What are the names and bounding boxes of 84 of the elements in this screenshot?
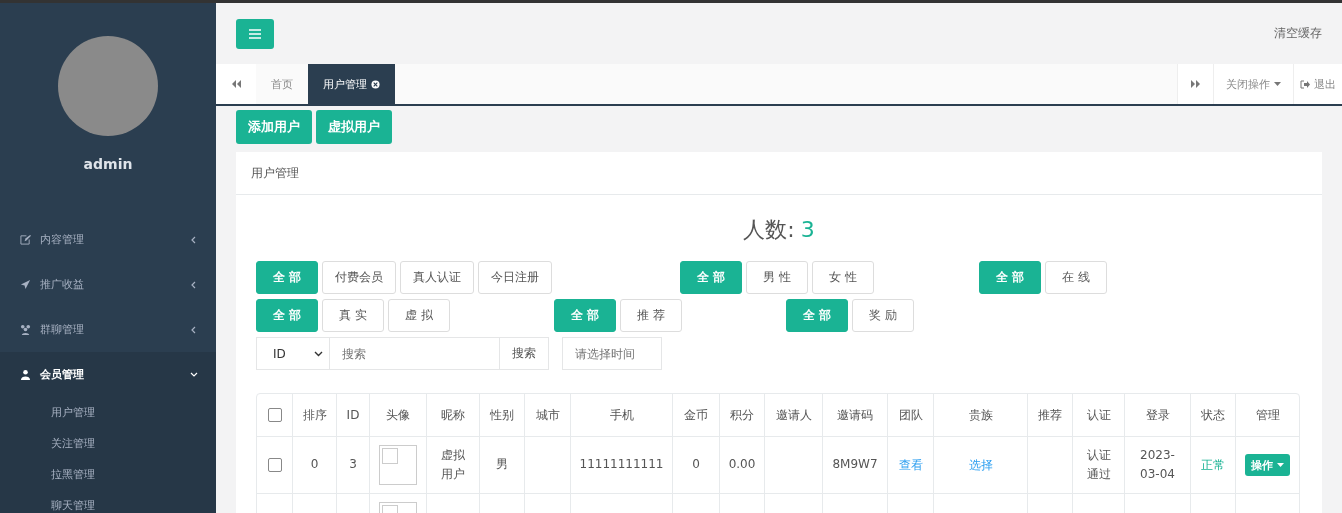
column-header: 昵称 <box>441 406 465 424</box>
column-header: ID <box>346 408 360 422</box>
table-link[interactable]: 查看 <box>898 456 923 474</box>
table-cell-text: 2023-03-04 <box>1139 446 1176 483</box>
logout-button[interactable]: 退出 <box>1293 64 1342 104</box>
double-left-icon <box>231 80 241 88</box>
table-cell-text: 男 <box>496 456 508 474</box>
column-header: 团队 <box>898 406 923 424</box>
date-input[interactable]: 请选择时间 <box>562 337 662 370</box>
chevron-left-icon <box>190 325 198 334</box>
filter-button[interactable]: 在 线 <box>1045 261 1107 294</box>
column-header: 手机 <box>609 406 634 424</box>
logout-icon <box>1300 79 1310 89</box>
clear-cache-link[interactable]: 清空缓存 <box>1274 25 1322 42</box>
sidebar-item[interactable]: 群聊管理 <box>0 307 216 352</box>
double-right-icon <box>1190 80 1201 88</box>
column-header: 性别 <box>490 406 514 424</box>
column-header: 认证 <box>1086 406 1111 424</box>
table-cell-text: 3 <box>349 456 357 474</box>
table-cell-text: 0 <box>310 456 319 474</box>
caret-icon <box>1277 463 1284 467</box>
column-header: 积分 <box>730 406 754 424</box>
menu-button[interactable] <box>236 18 274 49</box>
column-header: 金币 <box>684 406 708 424</box>
column-header: 贵族 <box>968 406 993 424</box>
column-header: 状态 <box>1201 406 1225 424</box>
column-header: 管理 <box>1255 406 1280 424</box>
scroll-left-button[interactable] <box>216 64 256 104</box>
column-header: 邀请人 <box>775 406 812 424</box>
filter-button[interactable]: 虚 拟 <box>388 299 450 332</box>
column-header: 排序 <box>302 406 327 424</box>
menu-icon <box>249 28 261 39</box>
status-text: 正常 <box>1201 456 1225 474</box>
filter-button[interactable]: 奖 励 <box>852 299 914 332</box>
filter-button[interactable]: 男 性 <box>746 261 808 294</box>
broken-image-icon <box>379 445 417 485</box>
filter-button[interactable]: 今日注册 <box>478 261 552 294</box>
send-icon <box>20 279 31 290</box>
count-value: 3 <box>800 217 815 242</box>
column-header: 推荐 <box>1038 406 1062 424</box>
search-input[interactable]: 搜索 <box>330 337 500 370</box>
filter-button[interactable]: 推 荐 <box>620 299 682 332</box>
chevron-down-icon <box>314 350 323 357</box>
sidebar-subitem[interactable]: 聊天管理 <box>0 490 216 513</box>
column-header: 邀请码 <box>837 406 873 424</box>
sidebar-subitem[interactable]: 拉黑管理 <box>0 459 216 490</box>
column-header: 登录 <box>1145 406 1170 424</box>
filter-button[interactable]: 真人认证 <box>400 261 474 294</box>
chevron-left-icon <box>190 280 198 289</box>
sidebar-subitem[interactable]: 关注管理 <box>0 428 216 459</box>
table-cell-text: 0.00 <box>728 456 756 474</box>
sidebar-item[interactable]: 内容管理 <box>0 217 216 262</box>
close-menu-dropdown[interactable]: 关闭操作 <box>1213 64 1293 104</box>
sidebar-item[interactable]: 推广收益 <box>0 262 216 307</box>
search-field-select[interactable]: ID <box>256 337 330 370</box>
table-link[interactable]: 选择 <box>968 456 993 474</box>
table-cell-text: 认证通过 <box>1085 446 1112 483</box>
column-header: 头像 <box>386 406 410 424</box>
filter-button[interactable]: 付费会员 <box>322 261 396 294</box>
count-label: 人数: <box>743 217 795 242</box>
tab[interactable]: 首页 <box>256 64 308 104</box>
search-button[interactable]: 搜索 <box>500 337 549 370</box>
select-all-checkbox[interactable] <box>267 408 282 422</box>
table-cell-text: 8M9W7 <box>832 456 878 474</box>
group-icon <box>20 324 31 335</box>
sidebar-item[interactable]: 会员管理 <box>0 352 216 397</box>
chevron-left-icon <box>190 235 198 244</box>
user-icon <box>20 369 31 380</box>
panel-title: 用户管理 <box>236 152 1322 195</box>
filter-button[interactable]: 真 实 <box>322 299 384 332</box>
chevron-down-icon <box>190 370 198 379</box>
table-cell-text: 11111111111 <box>579 456 664 474</box>
filter-button[interactable]: 女 性 <box>812 261 874 294</box>
sidebar-subitem[interactable]: 用户管理 <box>0 397 216 428</box>
column-header: 城市 <box>535 406 560 424</box>
edit-icon <box>20 234 31 245</box>
row-checkbox[interactable] <box>267 458 282 472</box>
close-icon[interactable] <box>371 79 380 89</box>
table-cell-text: 0 <box>692 456 700 474</box>
tab[interactable]: 用户管理 <box>308 64 395 104</box>
caret-icon <box>1274 82 1281 86</box>
user-name: admin <box>83 156 133 172</box>
scroll-right-button[interactable] <box>1177 64 1213 104</box>
table-cell-text: 虚拟用户 <box>440 446 466 483</box>
